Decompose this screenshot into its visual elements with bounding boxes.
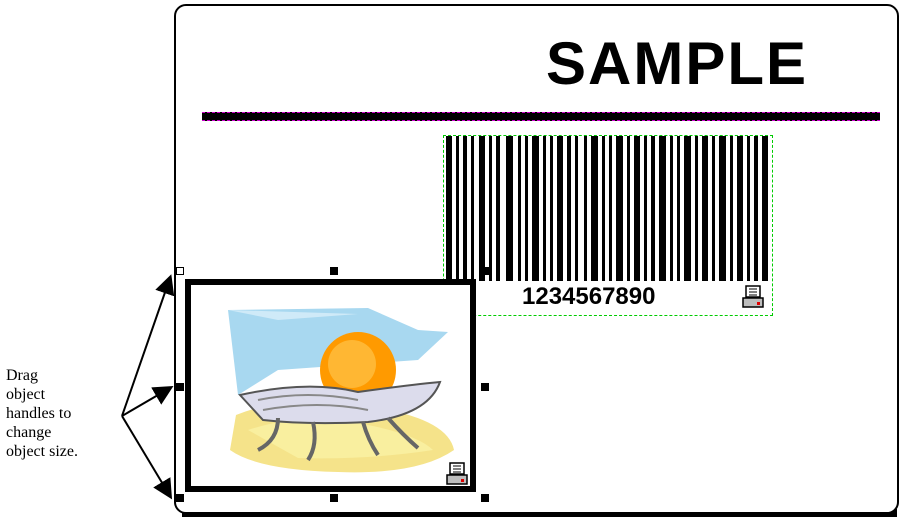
caption-line: object size. bbox=[6, 443, 78, 460]
caption-line: object bbox=[6, 386, 46, 403]
pointer-arrows bbox=[121, 274, 175, 500]
beach-chair-sun-clipart bbox=[228, 308, 454, 473]
caption-line: handles to bbox=[6, 405, 72, 422]
resize-handle-top-middle[interactable] bbox=[330, 267, 338, 275]
resize-handle-middle-right[interactable] bbox=[481, 383, 489, 391]
horizontal-line-object[interactable] bbox=[202, 112, 880, 121]
sample-text-object[interactable]: SAMPLE bbox=[546, 34, 808, 94]
barcode-number-text: 1234567890 bbox=[522, 283, 656, 310]
barcode-bars[interactable] bbox=[444, 136, 772, 281]
caption-line: Drag bbox=[6, 367, 38, 384]
printer-icon bbox=[742, 285, 764, 308]
resize-handle-top-right[interactable] bbox=[481, 267, 489, 275]
resize-handle-bottom-right[interactable] bbox=[481, 494, 489, 502]
handle-instructions-caption: Drag object handles to change object siz… bbox=[6, 366, 118, 461]
caption-line: change bbox=[6, 424, 52, 441]
resize-handle-bottom-middle[interactable] bbox=[330, 494, 338, 502]
printer-icon bbox=[446, 462, 468, 485]
